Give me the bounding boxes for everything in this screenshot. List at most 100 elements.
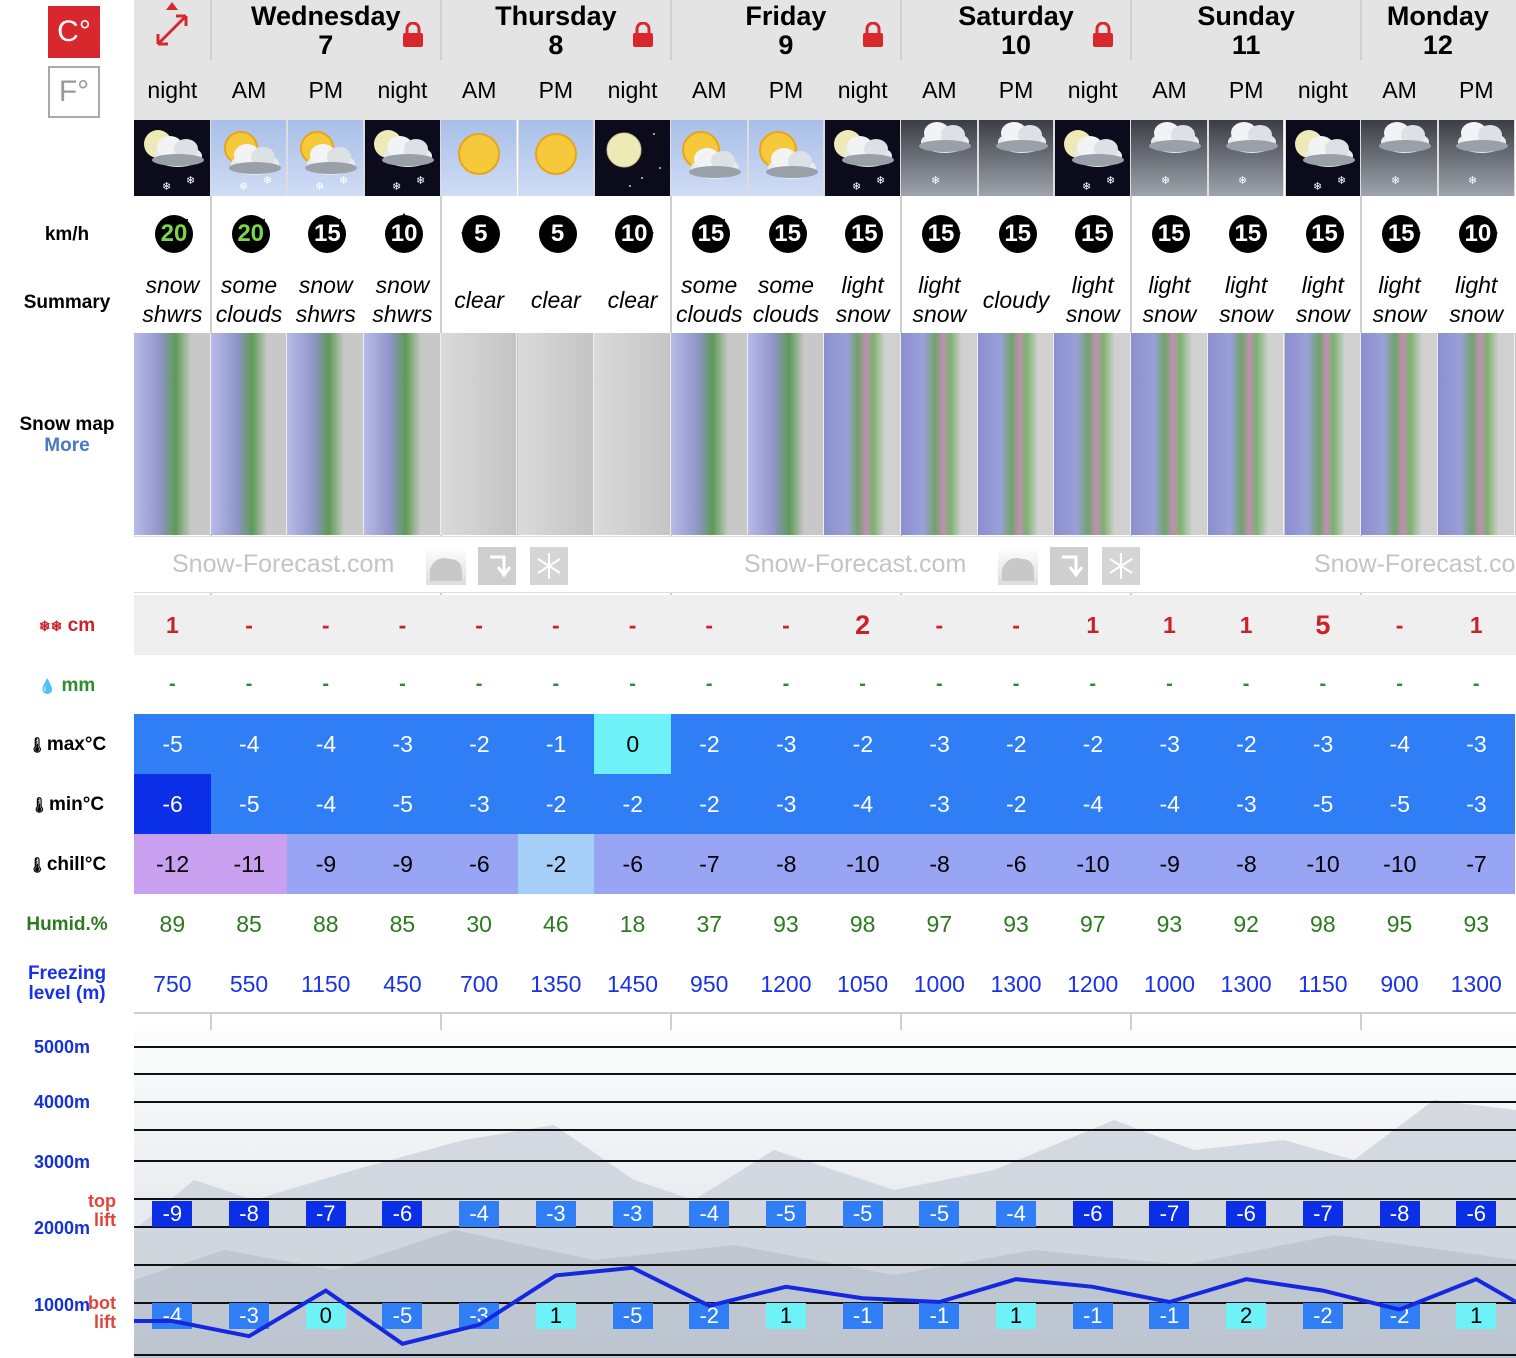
humidity-cell: 85 (389, 910, 416, 937)
snow-map-thumbnail[interactable] (594, 333, 671, 535)
celsius-button[interactable]: C° (48, 6, 100, 58)
snow-map-thumbnail[interactable] (747, 333, 825, 535)
snow-map-thumbnail[interactable] (517, 333, 595, 535)
rain-unit: mm (61, 675, 96, 696)
min-temp-unit: min°C (48, 794, 105, 815)
wind-chill-cell: -10 (1284, 834, 1362, 894)
weather-summary: some clouds (748, 268, 825, 332)
rain-amount: - (1012, 673, 1020, 695)
wind-layer-toggle-icon[interactable] (1050, 547, 1088, 585)
weather-summary: light snow (901, 268, 978, 332)
top-lift-temp: -4 (996, 1201, 1037, 1227)
lock-icon[interactable] (401, 21, 425, 47)
units-toggle: C° F° (0, 0, 134, 130)
max-temp-cell: -3 (1284, 714, 1362, 774)
humidity-cell: 18 (619, 910, 646, 937)
period-separator (287, 120, 289, 196)
weather-summary: light snow (1208, 268, 1285, 332)
snow-map-thumbnail[interactable] (1437, 333, 1515, 535)
summary-line2: snow (1372, 301, 1427, 327)
min-temp-cell: -4 (1131, 774, 1209, 834)
weather-summary: cloudy (978, 268, 1055, 332)
period-separator (977, 120, 979, 196)
snow-map-thumbnail[interactable] (670, 333, 748, 535)
wind-speed: 15 (922, 215, 960, 253)
svg-text:❄: ❄ (416, 174, 425, 187)
summary-line1: snow (375, 272, 430, 298)
summary-line2: snow (1449, 301, 1504, 327)
snow-map-thumbnail[interactable] (977, 333, 1055, 535)
snow-map-more-link[interactable]: More (0, 435, 134, 457)
snow-map-thumbnail[interactable] (440, 333, 518, 535)
snow-amount: 5 (1315, 609, 1331, 640)
wind-layer-toggle-icon[interactable] (478, 547, 516, 585)
min-temp-cell: -3 (901, 774, 979, 834)
snow-amount: - (935, 611, 944, 638)
wind-speed: 20 (155, 215, 193, 253)
max-temp-unit: max°C (46, 734, 107, 755)
fahrenheit-button[interactable]: F° (48, 66, 100, 118)
wind-speed: 10 (385, 215, 424, 253)
snow-map-thumbnail[interactable] (1284, 333, 1362, 535)
summary-line2: snow (1142, 301, 1197, 327)
snow-map-thumbnail[interactable] (134, 333, 211, 535)
rain-amount: - (322, 673, 330, 695)
min-temp-cell: -2 (977, 774, 1055, 834)
max-temp-cell: 0 (594, 714, 672, 774)
snow-map-thumbnail[interactable] (364, 333, 441, 535)
snow-map-thumbnail[interactable] (901, 333, 978, 535)
cloud-layer-toggle-icon[interactable] (998, 547, 1038, 585)
wind-chill-cell: -8 (901, 834, 979, 894)
wind-indicator: 10 (382, 211, 426, 255)
wind-speed: 20 (231, 215, 270, 253)
snow-layer-toggle-icon[interactable] (530, 547, 568, 585)
summary-line1: clear (607, 286, 658, 313)
min-temp-cell: -3 (1437, 774, 1516, 834)
snow-map-thumbnail[interactable] (210, 333, 288, 535)
svg-text:❄: ❄ (392, 180, 401, 193)
top-lift-temp: -3 (535, 1201, 576, 1227)
altitude-gridline (134, 1354, 1516, 1356)
snow-layer-toggle-icon[interactable] (1102, 547, 1140, 585)
freezing-level-cell: 1000 (913, 970, 965, 997)
snow-map-thumbnail[interactable] (1207, 333, 1285, 535)
snow-map-thumbnail[interactable] (1361, 333, 1438, 535)
summary-label: Summary (23, 292, 111, 313)
svg-text:❄: ❄ (1082, 180, 1091, 193)
snow-label: ❄❄ cm (0, 615, 134, 637)
day-name: Monday (1386, 1, 1489, 31)
cloud-snow-icon: ❄ (1207, 120, 1285, 196)
weather-summary: some clouds (211, 268, 288, 332)
altitude-gridline (134, 1198, 1516, 1200)
lock-icon[interactable] (631, 21, 655, 47)
snow-forecast-watermark: Snow-Forecast.com (744, 550, 967, 578)
wind-chill-cell: -8 (747, 834, 825, 894)
snow-map-thumbnail[interactable] (1054, 333, 1132, 535)
wind-chill-cell: -9 (364, 834, 442, 894)
bottom-lift-label-line1: bot (88, 1293, 116, 1313)
snow-map-thumbnail[interactable] (287, 333, 365, 535)
sun-cloud-icon (747, 120, 825, 196)
wind-chill-cell: -9 (1131, 834, 1209, 894)
wind-indicator: 10 (612, 211, 656, 255)
lock-icon[interactable] (861, 21, 885, 47)
top-lift-temp: -3 (612, 1201, 653, 1227)
max-temp-cell: -2 (824, 714, 902, 774)
svg-text:❄: ❄ (1238, 174, 1247, 187)
period-separator (1054, 120, 1056, 196)
snow-map-thumbnail[interactable] (824, 333, 901, 535)
freezing-level-cell: 1000 (1143, 970, 1196, 997)
wind-speed: 15 (845, 215, 884, 253)
cloud-layer-toggle-icon[interactable] (426, 547, 466, 585)
expand-arrows-icon[interactable] (152, 2, 192, 50)
lock-icon[interactable] (1091, 21, 1115, 47)
wind-chill-cell: -7 (670, 834, 749, 894)
bottom-lift-temp: 1 (996, 1303, 1037, 1329)
min-temp-cell: -4 (1054, 774, 1132, 834)
weather-summary: light snow (1285, 268, 1362, 332)
snow-map-thumbnail[interactable] (1131, 333, 1208, 535)
humidity-cell: 95 (1386, 910, 1413, 937)
snow-amount: 1 (1163, 611, 1176, 638)
bottom-lift-temp: -1 (1072, 1303, 1113, 1329)
rain-amount: - (169, 673, 176, 695)
